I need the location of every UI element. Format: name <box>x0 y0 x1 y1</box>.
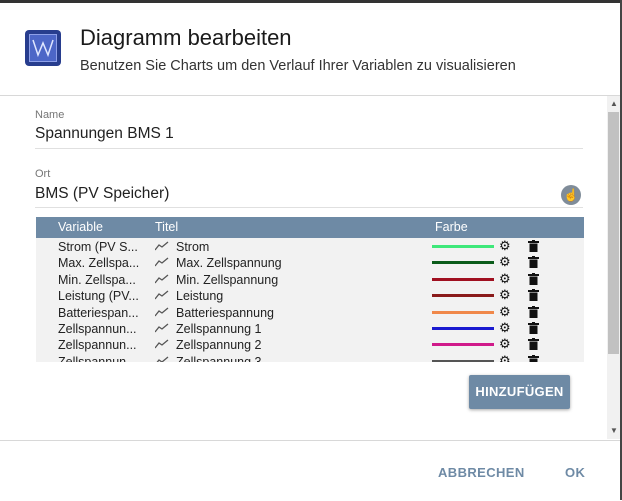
row-color-swatch[interactable] <box>432 310 494 314</box>
trash-icon[interactable] <box>528 272 539 285</box>
column-variable: Variable <box>58 220 103 234</box>
trend-line-icon <box>155 339 169 349</box>
gear-icon[interactable]: ⚙ <box>499 288 511 302</box>
row-color-swatch[interactable] <box>432 245 494 248</box>
row-variable[interactable]: Leistung (PV... <box>58 289 144 303</box>
trend-line-icon <box>155 307 169 316</box>
add-button[interactable]: HINZUFÜGEN <box>469 375 570 409</box>
dialog-content: Name Spannungen BMS 1 Ort BMS (PV Speich… <box>0 96 607 439</box>
gear-icon[interactable]: ⚙ <box>499 255 511 269</box>
column-titel: Titel <box>155 220 179 234</box>
dialog-scroll-thumb[interactable] <box>608 112 619 354</box>
trend-line-icon <box>155 323 169 333</box>
table-row[interactable]: Zellspannun... Zellspannung 1 ⚙ <box>36 321 566 337</box>
trash-icon[interactable] <box>528 256 539 269</box>
dialog-scrollbar[interactable]: ▲ ▼ <box>607 96 620 439</box>
variables-table: Strom (PV S... Strom ⚙ Max. Zellspa... Max. … <box>36 238 584 362</box>
row-color-swatch[interactable] <box>432 261 494 265</box>
chart-app-icon <box>25 30 61 66</box>
scroll-up-icon[interactable]: ▲ <box>610 99 618 108</box>
row-title[interactable]: Batteriespannung <box>176 306 274 320</box>
gear-icon[interactable]: ⚙ <box>499 337 511 351</box>
row-color-swatch[interactable] <box>432 327 494 330</box>
trash-icon[interactable] <box>528 354 539 362</box>
cancel-button[interactable]: ABBRECHEN <box>438 465 525 480</box>
row-title[interactable]: Min. Zellspannung <box>176 273 278 287</box>
name-label: Name <box>35 109 65 121</box>
row-variable[interactable]: Max. Zellspa... <box>58 256 144 270</box>
trend-line-icon <box>155 274 169 284</box>
table-row[interactable]: Max. Zellspa... Max. Zellspannung ⚙ <box>36 255 566 271</box>
trash-icon[interactable] <box>528 322 539 334</box>
trash-icon[interactable] <box>528 289 539 302</box>
scroll-down-icon[interactable]: ▼ <box>610 426 618 435</box>
table-row[interactable]: Min. Zellspa... Min. Zellspannung ⚙ <box>36 271 566 288</box>
ort-label: Ort <box>35 168 51 180</box>
table-header: Variable Titel Farbe <box>36 217 584 238</box>
ok-button[interactable]: OK <box>565 465 585 480</box>
row-title[interactable]: Zellspannung 1 <box>176 322 261 336</box>
row-color-swatch[interactable] <box>432 277 494 281</box>
trash-icon[interactable] <box>528 338 539 351</box>
row-variable[interactable]: Strom (PV S... <box>58 240 144 254</box>
trash-icon[interactable] <box>528 240 539 252</box>
gear-icon[interactable]: ⚙ <box>499 271 511 286</box>
column-farbe: Farbe <box>435 220 468 234</box>
name-underline <box>35 148 583 149</box>
dialog-footer: ABBRECHEN OK <box>0 440 620 501</box>
row-title[interactable]: Zellspannung 2 <box>176 338 261 352</box>
gear-icon[interactable]: ⚙ <box>499 353 511 362</box>
row-variable[interactable]: Zellspannun... <box>58 338 144 352</box>
table-row[interactable]: Zellspannun... Zellspannung 2 ⚙ <box>36 337 566 353</box>
pointer-hand-icon[interactable]: ☝ <box>561 185 581 205</box>
row-title[interactable]: Strom <box>176 240 209 254</box>
trend-line-icon <box>155 290 169 300</box>
row-variable[interactable]: Batteriespan... <box>58 306 144 320</box>
row-variable[interactable]: Zellspannun... <box>58 322 144 336</box>
trend-line-icon <box>155 257 169 267</box>
table-row[interactable]: Leistung (PV... Leistung ⚙ <box>36 288 566 304</box>
row-variable[interactable]: Min. Zellspa... <box>58 273 144 287</box>
ort-underline <box>35 207 583 208</box>
ort-input[interactable]: BMS (PV Speicher) <box>35 185 169 203</box>
table-row[interactable]: Strom (PV S... Strom ⚙ <box>36 239 566 255</box>
gear-icon[interactable]: ⚙ <box>499 321 511 335</box>
row-title[interactable]: Max. Zellspannung <box>176 256 282 270</box>
row-color-swatch[interactable] <box>432 294 494 298</box>
row-color-swatch[interactable] <box>432 343 494 347</box>
trash-icon[interactable] <box>528 305 539 318</box>
name-input[interactable]: Spannungen BMS 1 <box>35 125 174 143</box>
gear-icon[interactable]: ⚙ <box>499 239 511 253</box>
trend-line-icon <box>155 241 169 251</box>
dialog-title: Diagramm bearbeiten <box>80 25 292 50</box>
table-row[interactable]: Batteriespan... Batteriespannung ⚙ <box>36 304 566 321</box>
row-color-swatch[interactable] <box>432 359 494 362</box>
gear-icon[interactable]: ⚙ <box>499 304 511 319</box>
table-row[interactable]: Zellspannun... Zellspannung 3 ⚙ <box>36 353 566 362</box>
row-title[interactable]: Zellspannung 3 <box>176 355 261 362</box>
dialog-subtitle: Benutzen Sie Charts um den Verlauf Ihrer… <box>80 58 516 74</box>
row-variable[interactable]: Zellspannun... <box>58 355 144 362</box>
row-title[interactable]: Leistung <box>176 289 223 303</box>
dialog-header: Diagramm bearbeiten Benutzen Sie Charts … <box>0 3 620 96</box>
trend-line-icon <box>156 356 169 362</box>
